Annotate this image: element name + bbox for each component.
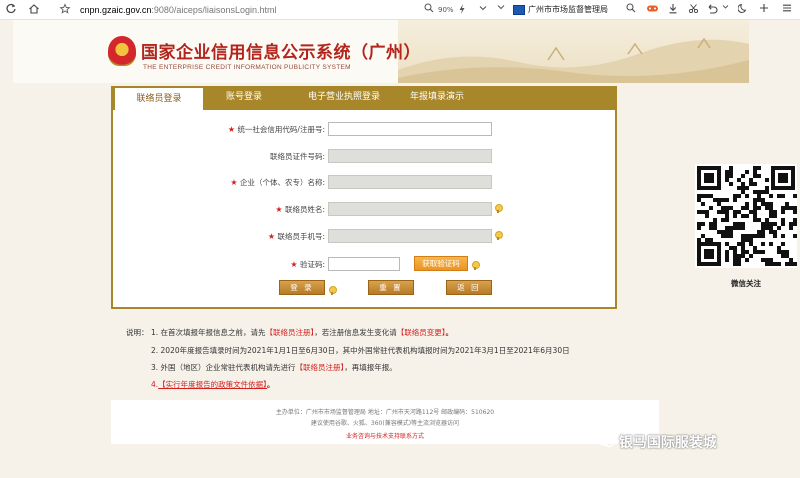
hint-bulb-icon[interactable]: [495, 231, 503, 240]
moon-icon[interactable]: [738, 3, 750, 17]
site-shortcut[interactable]: 广州市市场监督管理局: [513, 2, 608, 17]
lightning-icon[interactable]: [458, 3, 468, 17]
tab-e-license-login[interactable]: 电子营业执照登录: [308, 86, 380, 110]
required-mark: ★: [267, 232, 276, 241]
liaison-change-link[interactable]: 【联络员变更】: [397, 328, 446, 337]
form-row-credit-code: ★ 统一社会信用代码/注册号:: [200, 122, 325, 136]
great-wall-banner: [398, 20, 749, 83]
new-tab-icon[interactable]: [759, 3, 771, 17]
back-button[interactable]: 返 回: [446, 280, 492, 295]
liaison-name-input[interactable]: [328, 202, 492, 216]
footer-sponsor: 主办单位：广州市市场监督管理局 地址：广州市天河路112号 邮政编码：51062…: [275, 409, 495, 416]
site-favicon-icon: [513, 4, 525, 15]
form-row-phone: ★ 联络员手机号:: [200, 229, 325, 243]
form-row-company-name: ★ 企业（个体、农专）名称:: [200, 175, 325, 189]
game-icon[interactable]: [646, 3, 660, 17]
login-panel: [111, 86, 617, 309]
zoom-level[interactable]: 90%: [438, 3, 454, 17]
undo-icon[interactable]: [706, 3, 720, 17]
company-name-input[interactable]: [328, 175, 492, 189]
required-mark: ★: [227, 125, 236, 134]
hint-bulb-icon[interactable]: [495, 204, 503, 213]
get-sms-code-button[interactable]: 获取验证码: [414, 256, 468, 271]
note-1: 1. 在首次填报年报信息之前，请先【联络员注册】，若注册信息发生变化请【联络员变…: [151, 328, 454, 337]
watermark: 银马国际服装城: [597, 432, 717, 452]
form-row-id-number: 联络员证件号码:: [200, 149, 325, 163]
site-subtitle: THE ENTERPRISE CREDIT INFORMATION PUBLIC…: [143, 64, 351, 71]
policy-basis-link[interactable]: 【实行年度报告的政策文件依据】: [158, 380, 267, 389]
required-mark: ★: [230, 178, 238, 187]
required-mark: ★: [290, 260, 298, 269]
tab-account-login[interactable]: 账号登录: [226, 86, 262, 110]
footer-browser-hint: 建议使用谷歌、火狐、360(兼容模式)等主流浏览器访问: [310, 420, 460, 427]
login-tabs: 联络员登录 账号登录 电子营业执照登录 年报填录演示: [111, 86, 617, 110]
address-bar[interactable]: cnpn.gzaic.gov.cn:9080/aiceps/liaisonsLo…: [80, 3, 276, 17]
hint-bulb-icon[interactable]: [472, 261, 480, 270]
liaison-register-link-2[interactable]: 【联络员注册】: [296, 363, 345, 372]
note-2: 2. 2020年度报告填录时间为2021年1月1日至6月30日，其中外国常驻代表…: [151, 346, 570, 355]
hint-bulb-icon[interactable]: [329, 286, 337, 295]
form-row-liaison-name: ★ 联络员姓名:: [200, 202, 325, 216]
liaison-name-label: 联络员姓名:: [284, 205, 325, 214]
wechat-qr-code: [695, 164, 797, 268]
reload-icon[interactable]: [5, 3, 19, 17]
credit-code-label: 统一社会信用代码/注册号:: [237, 125, 325, 134]
browser-toolbar: cnpn.gzaic.gov.cn:9080/aiceps/liaisonsLo…: [0, 0, 800, 20]
phone-input[interactable]: [328, 229, 492, 243]
national-emblem-icon: [108, 36, 136, 66]
bookmark-star-icon[interactable]: [59, 3, 73, 17]
id-number-input[interactable]: [328, 149, 492, 163]
note-3: 3. 外国（地区）企业常驻代表机构请先进行【联络员注册】，再填报年报。: [151, 363, 397, 372]
tab-liaison-login[interactable]: 联络员登录: [115, 88, 203, 110]
zoom-icon: [424, 3, 436, 17]
form-row-captcha: ★ 验证码:: [200, 257, 325, 271]
site-title: 国家企业信用信息公示系统（广州）: [141, 43, 421, 63]
menu-icon[interactable]: [782, 3, 794, 17]
company-name-label: 企业（个体、农专）名称:: [239, 178, 325, 187]
wechat-icon: [597, 435, 614, 448]
note-4: 4.【实行年度报告的政策文件依据】。: [151, 380, 275, 389]
liaison-register-link[interactable]: 【联络员注册】: [266, 328, 315, 337]
notes-heading: 说明：: [126, 328, 149, 337]
id-number-label: 联络员证件号码:: [269, 152, 325, 161]
support-contact-link[interactable]: 业务咨询与技术支持联系方式: [111, 431, 659, 440]
chevron-down-icon[interactable]: [478, 3, 490, 17]
captcha-input[interactable]: [328, 257, 400, 271]
required-mark: ★: [275, 205, 283, 214]
tab-report-demo[interactable]: 年报填录演示: [410, 86, 464, 110]
download-icon[interactable]: [668, 3, 680, 17]
home-icon[interactable]: [28, 3, 42, 17]
phone-label: 联络员手机号:: [277, 232, 325, 241]
login-button[interactable]: 登 录: [279, 280, 325, 295]
captcha-label: 验证码:: [299, 260, 325, 269]
dropdown-icon[interactable]: [497, 3, 507, 17]
page-footer: 主办单位：广州市市场监督管理局 地址：广州市天河路112号 邮政编码：51062…: [111, 400, 659, 444]
undo-dropdown-icon[interactable]: [722, 3, 730, 17]
search-icon[interactable]: [626, 3, 638, 17]
credit-code-input[interactable]: [328, 122, 492, 136]
reset-button[interactable]: 重 置: [368, 280, 414, 295]
site-header: 国家企业信用信息公示系统（广州） THE ENTERPRISE CREDIT I…: [13, 20, 749, 83]
scissors-icon[interactable]: [688, 3, 700, 17]
qr-caption: 微信关注: [731, 279, 761, 288]
